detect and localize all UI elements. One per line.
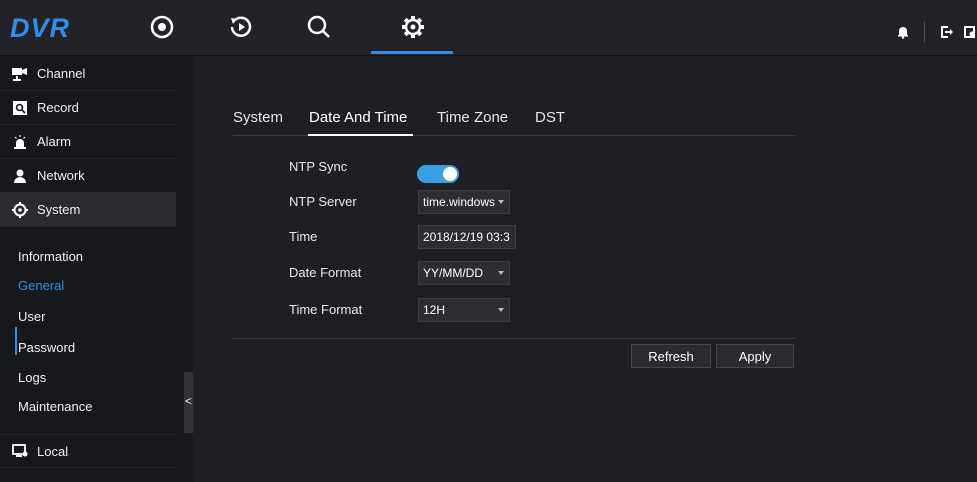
playback-icon[interactable] [226, 12, 256, 42]
gear-icon[interactable] [398, 12, 428, 42]
ntp-server-select[interactable]: time.windows [418, 190, 510, 214]
search-icon[interactable] [304, 12, 334, 42]
sidebar-item-label: Local [37, 443, 69, 459]
tab-time-zone[interactable]: Time Zone [437, 109, 508, 126]
active-indicator [15, 327, 17, 355]
app-logo: DVR [10, 13, 71, 43]
tab-date-and-time[interactable]: Date And Time [309, 109, 407, 126]
refresh-button[interactable]: Refresh [631, 344, 711, 368]
local-icon [12, 443, 28, 459]
camera-icon [12, 66, 28, 82]
lock-icon[interactable] [963, 24, 977, 40]
alarm-icon [12, 134, 28, 150]
collapse-arrow-icon[interactable]: < [185, 394, 192, 408]
ntp-server-label: NTP Server [289, 194, 357, 209]
sidebar-item-label: Record [37, 100, 79, 115]
ntp-sync-label: NTP Sync [289, 159, 348, 174]
sidebar-subitem-user[interactable]: User [18, 309, 45, 324]
main-content: System Date And Time Time Zone DST NTP S… [193, 56, 977, 482]
chevron-down-icon [498, 200, 504, 204]
sidebar-item-channel[interactable]: Channel [0, 57, 176, 91]
tab-dst[interactable]: DST [535, 109, 565, 126]
nav-active-indicator [371, 51, 453, 54]
sidebar-subitem-information[interactable]: Information [18, 249, 83, 264]
logout-icon[interactable] [940, 24, 954, 40]
sidebar-item-label: System [37, 202, 81, 217]
top-bar: DVR [0, 0, 977, 56]
active-tab-indicator [308, 134, 413, 136]
sidebar-item-system[interactable]: System [0, 193, 176, 227]
record-icon [12, 100, 28, 116]
form-divider [233, 338, 795, 339]
time-field[interactable]: 2018/12/19 03:3 [418, 225, 516, 249]
bell-icon[interactable] [896, 24, 910, 40]
sidebar-item-alarm[interactable]: Alarm [0, 125, 176, 159]
date-format-select[interactable]: YY/MM/DD [418, 261, 510, 285]
divider [924, 22, 925, 42]
gear-icon [12, 201, 28, 218]
sidebar-item-label: Network [37, 168, 85, 183]
apply-button[interactable]: Apply [716, 344, 794, 368]
sidebar-subitem-maintenance[interactable]: Maintenance [18, 399, 92, 414]
tab-bar: System Date And Time Time Zone DST [233, 109, 795, 136]
time-label: Time [289, 229, 318, 244]
ntp-server-value: time.windows [423, 195, 496, 209]
sidebar-subitem-password[interactable]: Password [18, 340, 75, 355]
sidebar-item-label: Alarm [37, 134, 71, 149]
time-value: 2018/12/19 03:3 [423, 230, 510, 244]
sidebar-item-record[interactable]: Record [0, 91, 176, 125]
sidebar: Channel Record Alarm Network System Info… [0, 56, 193, 482]
time-format-value: 12H [423, 303, 446, 317]
date-format-value: YY/MM/DD [423, 266, 483, 280]
time-format-label: Time Format [289, 302, 363, 317]
chevron-down-icon [498, 271, 504, 275]
ntp-sync-toggle[interactable] [417, 165, 459, 183]
sidebar-item-local[interactable]: Local [0, 434, 176, 468]
sidebar-subitem-logs[interactable]: Logs [18, 370, 46, 385]
time-format-select[interactable]: 12H [418, 298, 510, 322]
chevron-down-icon [498, 308, 504, 312]
live-view-icon[interactable] [147, 12, 177, 42]
sidebar-subitem-general[interactable]: General [18, 278, 64, 293]
date-format-label: Date Format [289, 265, 362, 280]
sidebar-item-network[interactable]: Network [0, 159, 176, 193]
tab-system[interactable]: System [233, 109, 283, 126]
toggle-knob [443, 167, 457, 181]
sidebar-item-label: Channel [37, 66, 86, 81]
network-icon [12, 168, 28, 184]
